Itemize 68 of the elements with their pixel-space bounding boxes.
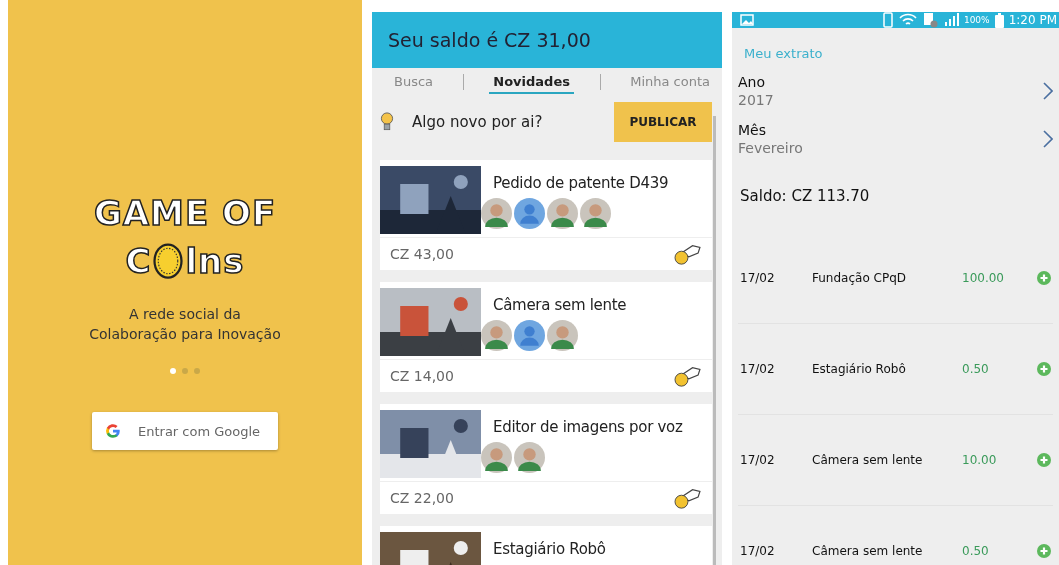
google-icon [104,422,122,440]
chevron-right-icon [1043,130,1053,148]
avatar-placeholder-icon [514,198,545,229]
post-prompt: Algo novo por ai? [412,113,544,131]
post-title: Editor de imagens por voz [493,418,683,436]
hand-coin-icon[interactable] [672,486,702,510]
entry-description: Fundação CPqD [812,271,907,285]
tagline: Colaboração para Inovação [89,325,281,344]
post-card[interactable]: Estagiário Robô [380,526,712,565]
post-card[interactable]: Câmera sem lente CZ 14,00 [380,282,712,392]
google-login-button[interactable]: Entrar com Google [92,412,278,450]
avatar [514,442,545,473]
plus-circle-icon[interactable] [1037,362,1051,376]
post-value: CZ 14,00 [390,368,454,384]
entry-description: Câmera sem lente [812,453,924,467]
avatar [481,198,512,229]
avatar [580,198,611,229]
avatar-placeholder-icon [514,320,545,351]
avatar [547,198,578,229]
hand-coin-icon[interactable] [672,364,702,388]
tab[interactable]: Novidades [489,70,574,94]
entry-amount: 0.50 [962,544,990,558]
filter-row[interactable]: Mês Fevereiro [738,121,1053,157]
avatar [481,442,512,473]
entry-description: Câmera sem lente [812,544,924,558]
tagline: A rede social da [128,305,242,324]
signal-icon [942,13,959,27]
statement-title: Meu extrato [744,46,824,61]
entry-amount: 100.00 [962,271,1005,285]
post-card[interactable]: Pedido de patente D439 CZ 43,00 [380,160,712,270]
post-card[interactable]: Editor de imagens por voz CZ 22,00 [380,404,712,514]
wifi-icon [898,13,917,27]
entry-date: 17/02 [740,271,776,285]
page-indicator-dot[interactable] [170,368,176,374]
image-icon [740,14,754,26]
avatar [481,320,512,351]
post-value: CZ 22,00 [390,490,454,506]
plus-circle-icon[interactable] [1037,453,1051,467]
logo-text: C [125,240,152,282]
filter-row[interactable]: Ano 2017 [738,73,1053,109]
logo-text: lns [185,240,245,282]
balance-text: Saldo: CZ 113.70 [740,187,871,205]
page-indicator-dot[interactable] [194,368,200,374]
balance-header: Seu saldo é CZ 31,00 [372,12,722,68]
hand-coin-icon[interactable] [672,242,702,266]
chevron-right-icon [1043,82,1053,100]
entry-description: Estagiário Robô [812,362,907,376]
clock: 1:20 PM [1008,13,1057,27]
entry-date: 17/02 [740,544,776,558]
entry-amount: 0.50 [962,362,990,376]
post-title: Câmera sem lente [493,296,627,314]
battery-icon [994,12,1004,28]
plus-circle-icon[interactable] [1037,271,1051,285]
battery-level: 100% [963,15,990,25]
post-title: Estagiário Robô [493,540,606,558]
sim-icon [921,12,938,28]
publish-button[interactable]: PUBLICAR [614,102,712,142]
entry-amount: 10.00 [962,453,998,467]
logo-text: GAME OF [93,192,277,234]
entry-date: 17/02 [740,362,776,376]
post-value: CZ 43,00 [390,246,454,262]
coin-icon [153,242,184,280]
phone-vibrate-icon [881,12,894,28]
entry-date: 17/02 [740,453,776,467]
avatar [547,320,578,351]
post-title: Pedido de patente D439 [493,174,669,192]
page-indicator-dot[interactable] [182,368,188,374]
plus-circle-icon[interactable] [1037,544,1051,558]
